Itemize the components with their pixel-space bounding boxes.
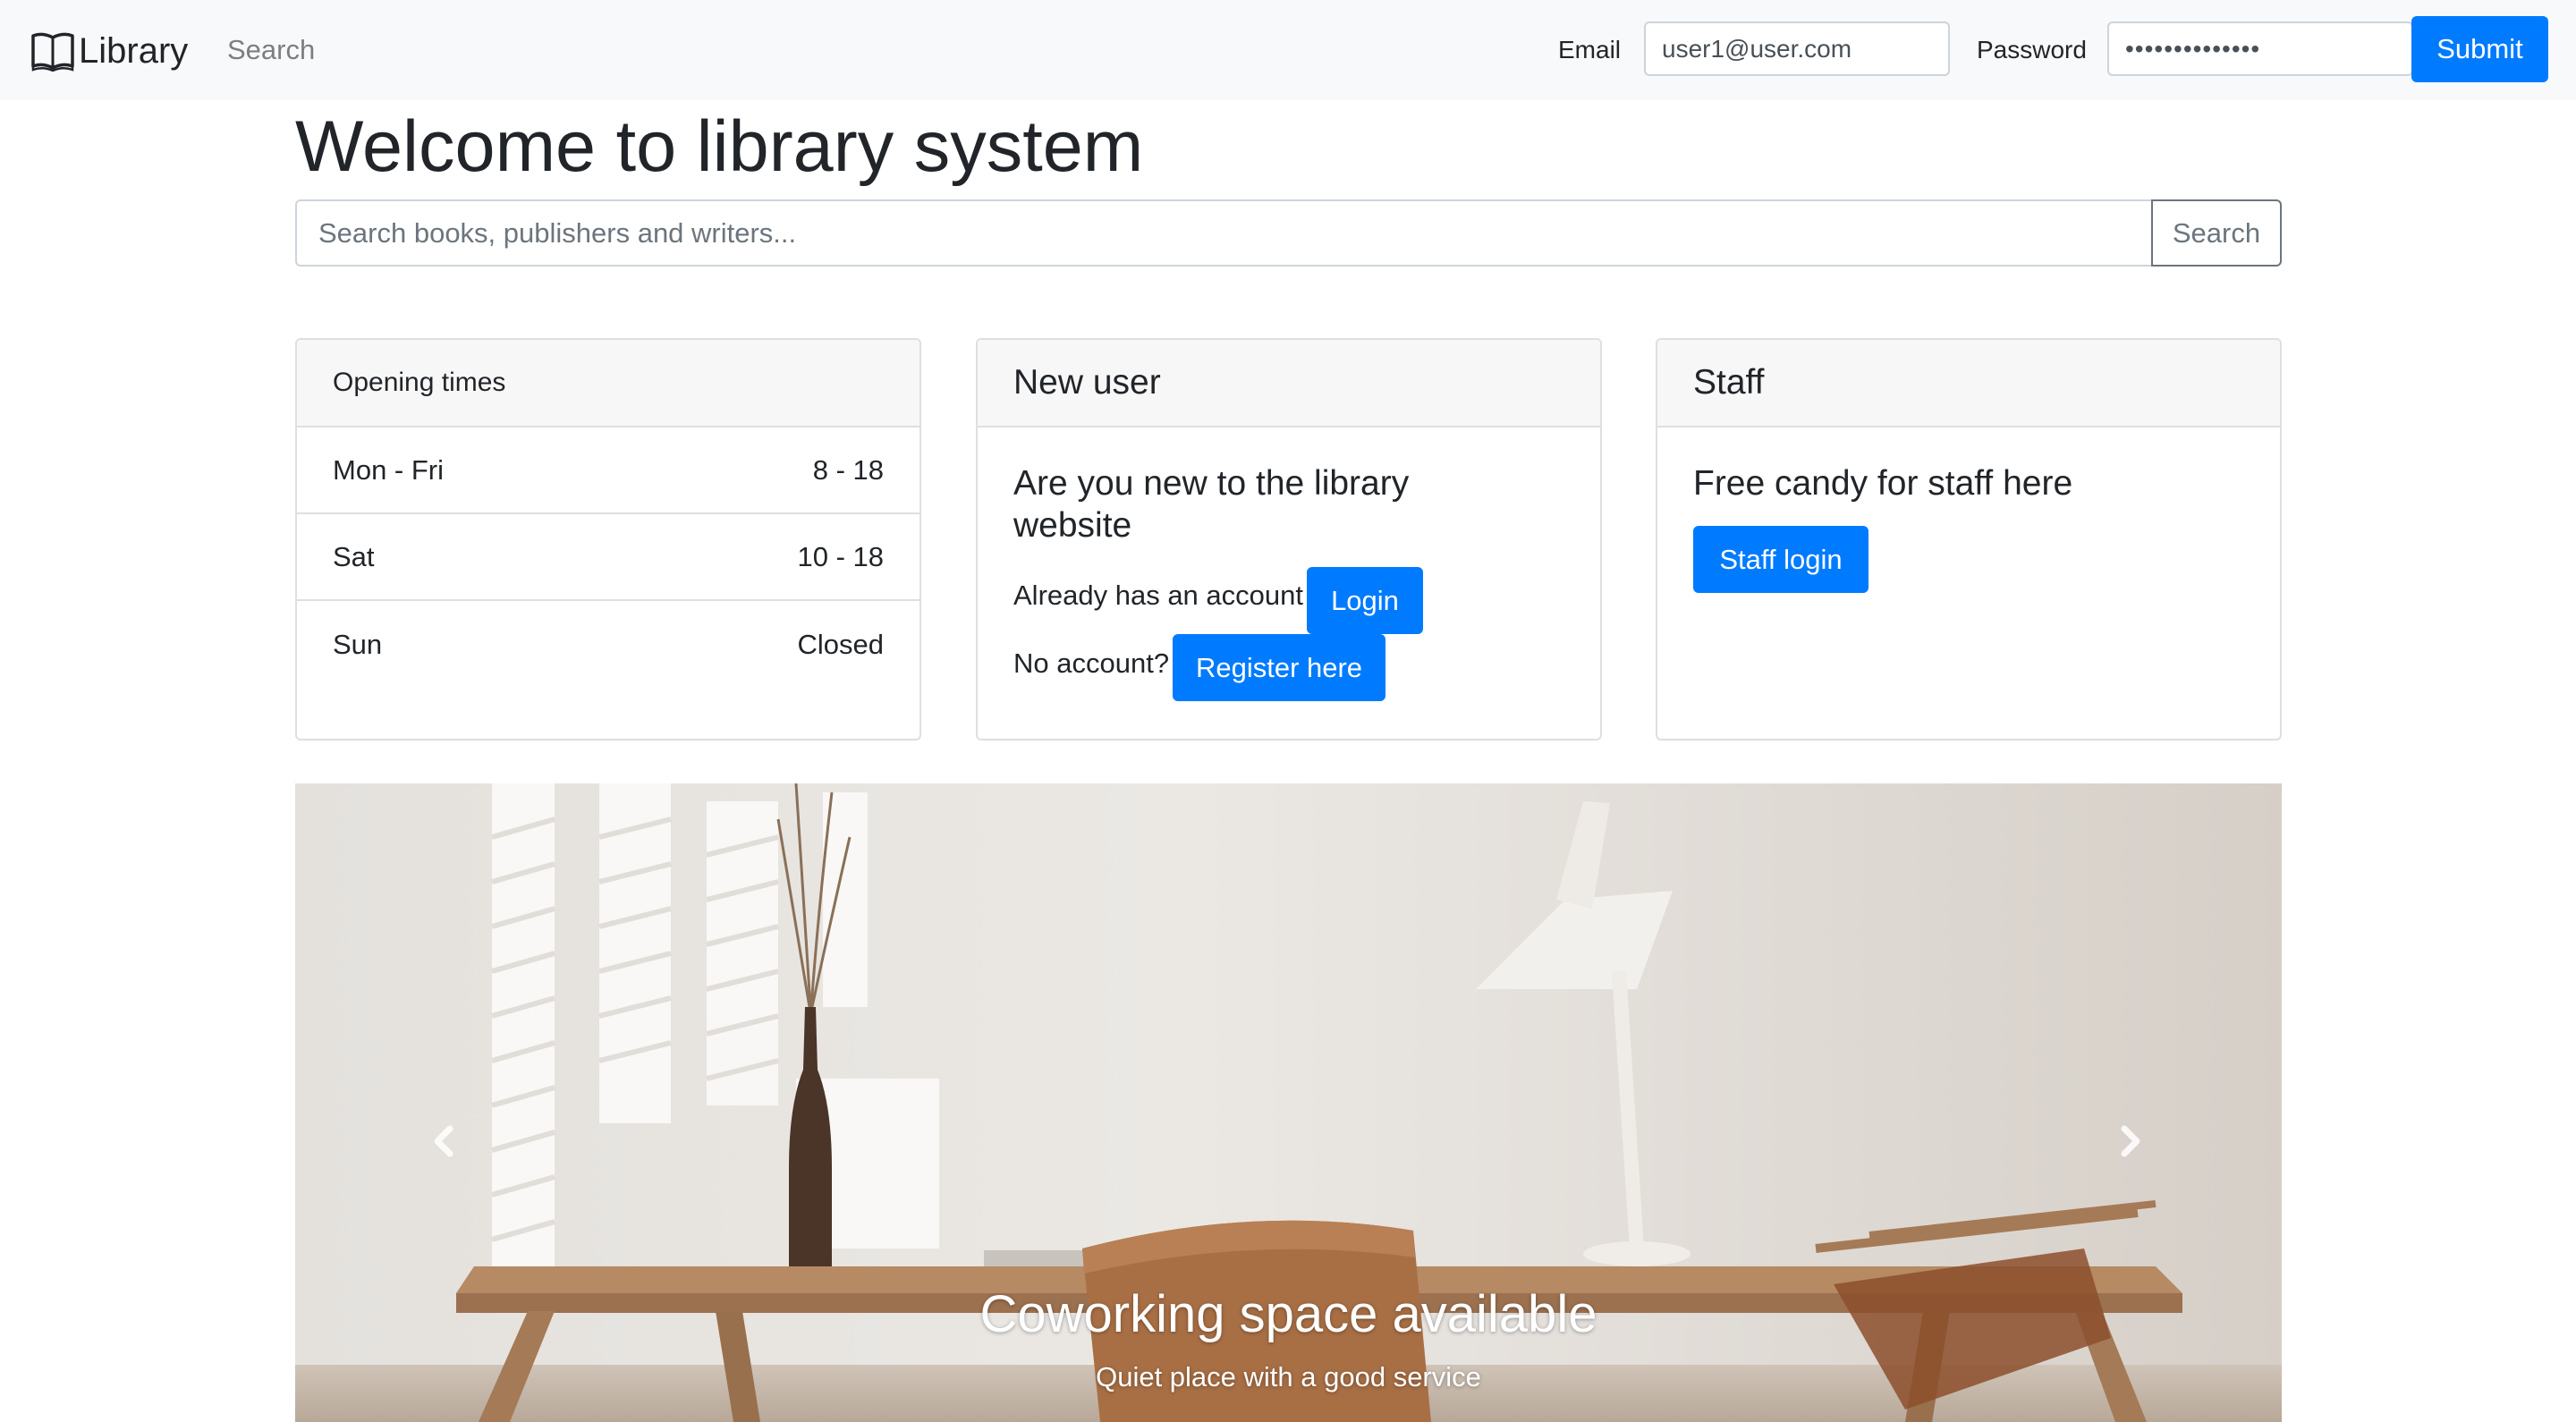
navbar: Library Search Email Password Submit	[0, 0, 2576, 100]
hours-row: Sun Closed	[297, 601, 919, 688]
staff-body: Free candy for staff here Staff login	[1657, 427, 2280, 739]
page-title: Welcome to library system	[295, 106, 1144, 187]
register-button[interactable]: Register here	[1173, 634, 1385, 701]
new-user-title: Are you new to the library website	[1013, 464, 1410, 545]
opening-times-title: Opening times	[333, 368, 506, 397]
opening-times-header: Opening times	[297, 340, 919, 427]
carousel-prev-control[interactable]	[417, 1114, 470, 1168]
submit-button[interactable]: Submit	[2411, 16, 2548, 82]
new-user-header: New user	[978, 340, 1600, 427]
email-input[interactable]	[1644, 21, 1950, 76]
hours-value: 10 - 18	[797, 540, 884, 572]
login-prompt-text: Already has an account	[1013, 580, 1303, 611]
hours-value: Closed	[797, 628, 885, 660]
staff-card: Staff Free candy for staff here Staff lo…	[1656, 338, 2282, 741]
staff-login-button[interactable]: Staff login	[1693, 526, 1868, 593]
staff-header: Staff	[1657, 340, 2280, 427]
new-user-body: Are you new to the library website Alrea…	[978, 427, 1600, 739]
carousel-next-control[interactable]	[2104, 1114, 2157, 1168]
search-button[interactable]: Search	[2151, 199, 2282, 267]
hours-day: Sat	[333, 540, 375, 572]
staff-header-title: Staff	[1693, 363, 1765, 402]
register-prompt-text: No account?	[1013, 648, 1170, 679]
staff-title: Free candy for staff here	[1693, 464, 2073, 503]
carousel-caption-title: Coworking space available	[979, 1285, 1597, 1343]
hours-day: Mon - Fri	[333, 453, 444, 486]
new-user-card: New user Are you new to the library webs…	[976, 338, 1602, 741]
chevron-right-icon	[2121, 1125, 2140, 1157]
hours-row: Sat 10 - 18	[297, 514, 919, 601]
opening-times-card: Opening times Mon - Fri 8 - 18 Sat 10 - …	[295, 338, 921, 741]
book-icon	[31, 32, 74, 72]
password-input[interactable]	[2107, 21, 2413, 76]
new-user-header-title: New user	[1013, 363, 1161, 402]
password-label: Password	[1977, 36, 2087, 63]
hours-value: 8 - 18	[812, 453, 884, 486]
search-input[interactable]	[295, 199, 2152, 267]
carousel: Coworking space available Quiet place wi…	[295, 783, 2282, 1422]
nav-search-link[interactable]: Search	[227, 34, 315, 66]
email-label: Email	[1558, 36, 1622, 63]
brand-text: Library	[79, 31, 189, 71]
brand-link[interactable]: Library	[30, 27, 188, 75]
hours-row: Mon - Fri 8 - 18	[297, 427, 919, 514]
chevron-left-icon	[434, 1125, 453, 1157]
hours-day: Sun	[333, 628, 383, 660]
login-button[interactable]: Login	[1307, 567, 1423, 634]
carousel-caption-text: Quiet place with a good service	[1096, 1361, 1481, 1392]
